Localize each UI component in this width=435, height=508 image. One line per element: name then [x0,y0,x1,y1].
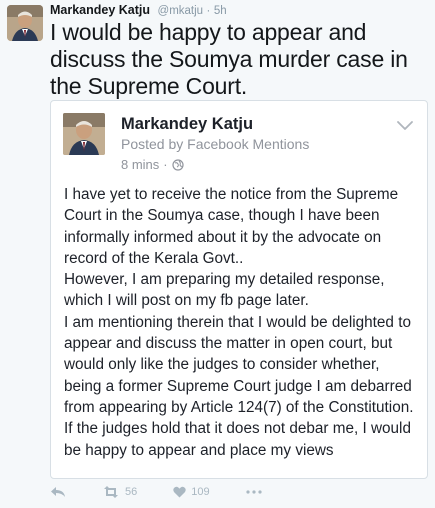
embed-separator: · [163,157,168,172]
embed-meta: 8 mins · [121,157,184,172]
more-dots-icon [246,490,262,494]
embed-avatar-photo [63,113,105,155]
retweet-button[interactable]: 56 [102,486,137,498]
separator-dot: · [206,5,211,17]
tweet-header: Markandey Katju @mkatju · 5h [50,3,227,17]
chevron-down-icon[interactable] [397,121,413,131]
more-button[interactable] [246,490,262,494]
embedded-post-card[interactable]: Markandey Katju Posted by Facebook Menti… [50,100,428,479]
heart-icon [173,486,186,498]
avatar-photo [7,5,43,41]
embed-author-avatar[interactable] [63,113,105,155]
tweet-timestamp[interactable]: 5h [214,5,227,17]
author-handle[interactable]: @mkatju [158,5,204,17]
retweet-count: 56 [125,486,138,498]
like-count: 109 [191,486,210,498]
embed-timestamp[interactable]: 8 mins [121,157,159,172]
reply-button[interactable] [50,486,66,498]
author-name[interactable]: Markandey Katju [50,3,150,17]
tweet-text: I would be happy to appear and discuss t… [50,19,408,99]
author-avatar[interactable] [7,5,43,41]
reply-icon [51,487,65,497]
retweet-icon [104,486,118,498]
like-button[interactable]: 109 [173,486,210,498]
embed-post-body: I have yet to receive the notice from th… [64,186,414,459]
tweet-actions: 56 109 [50,486,298,498]
globe-icon [172,158,184,171]
embed-source-label: Posted by Facebook Mentions [121,136,310,152]
embed-author-name[interactable]: Markandey Katju [121,115,253,134]
